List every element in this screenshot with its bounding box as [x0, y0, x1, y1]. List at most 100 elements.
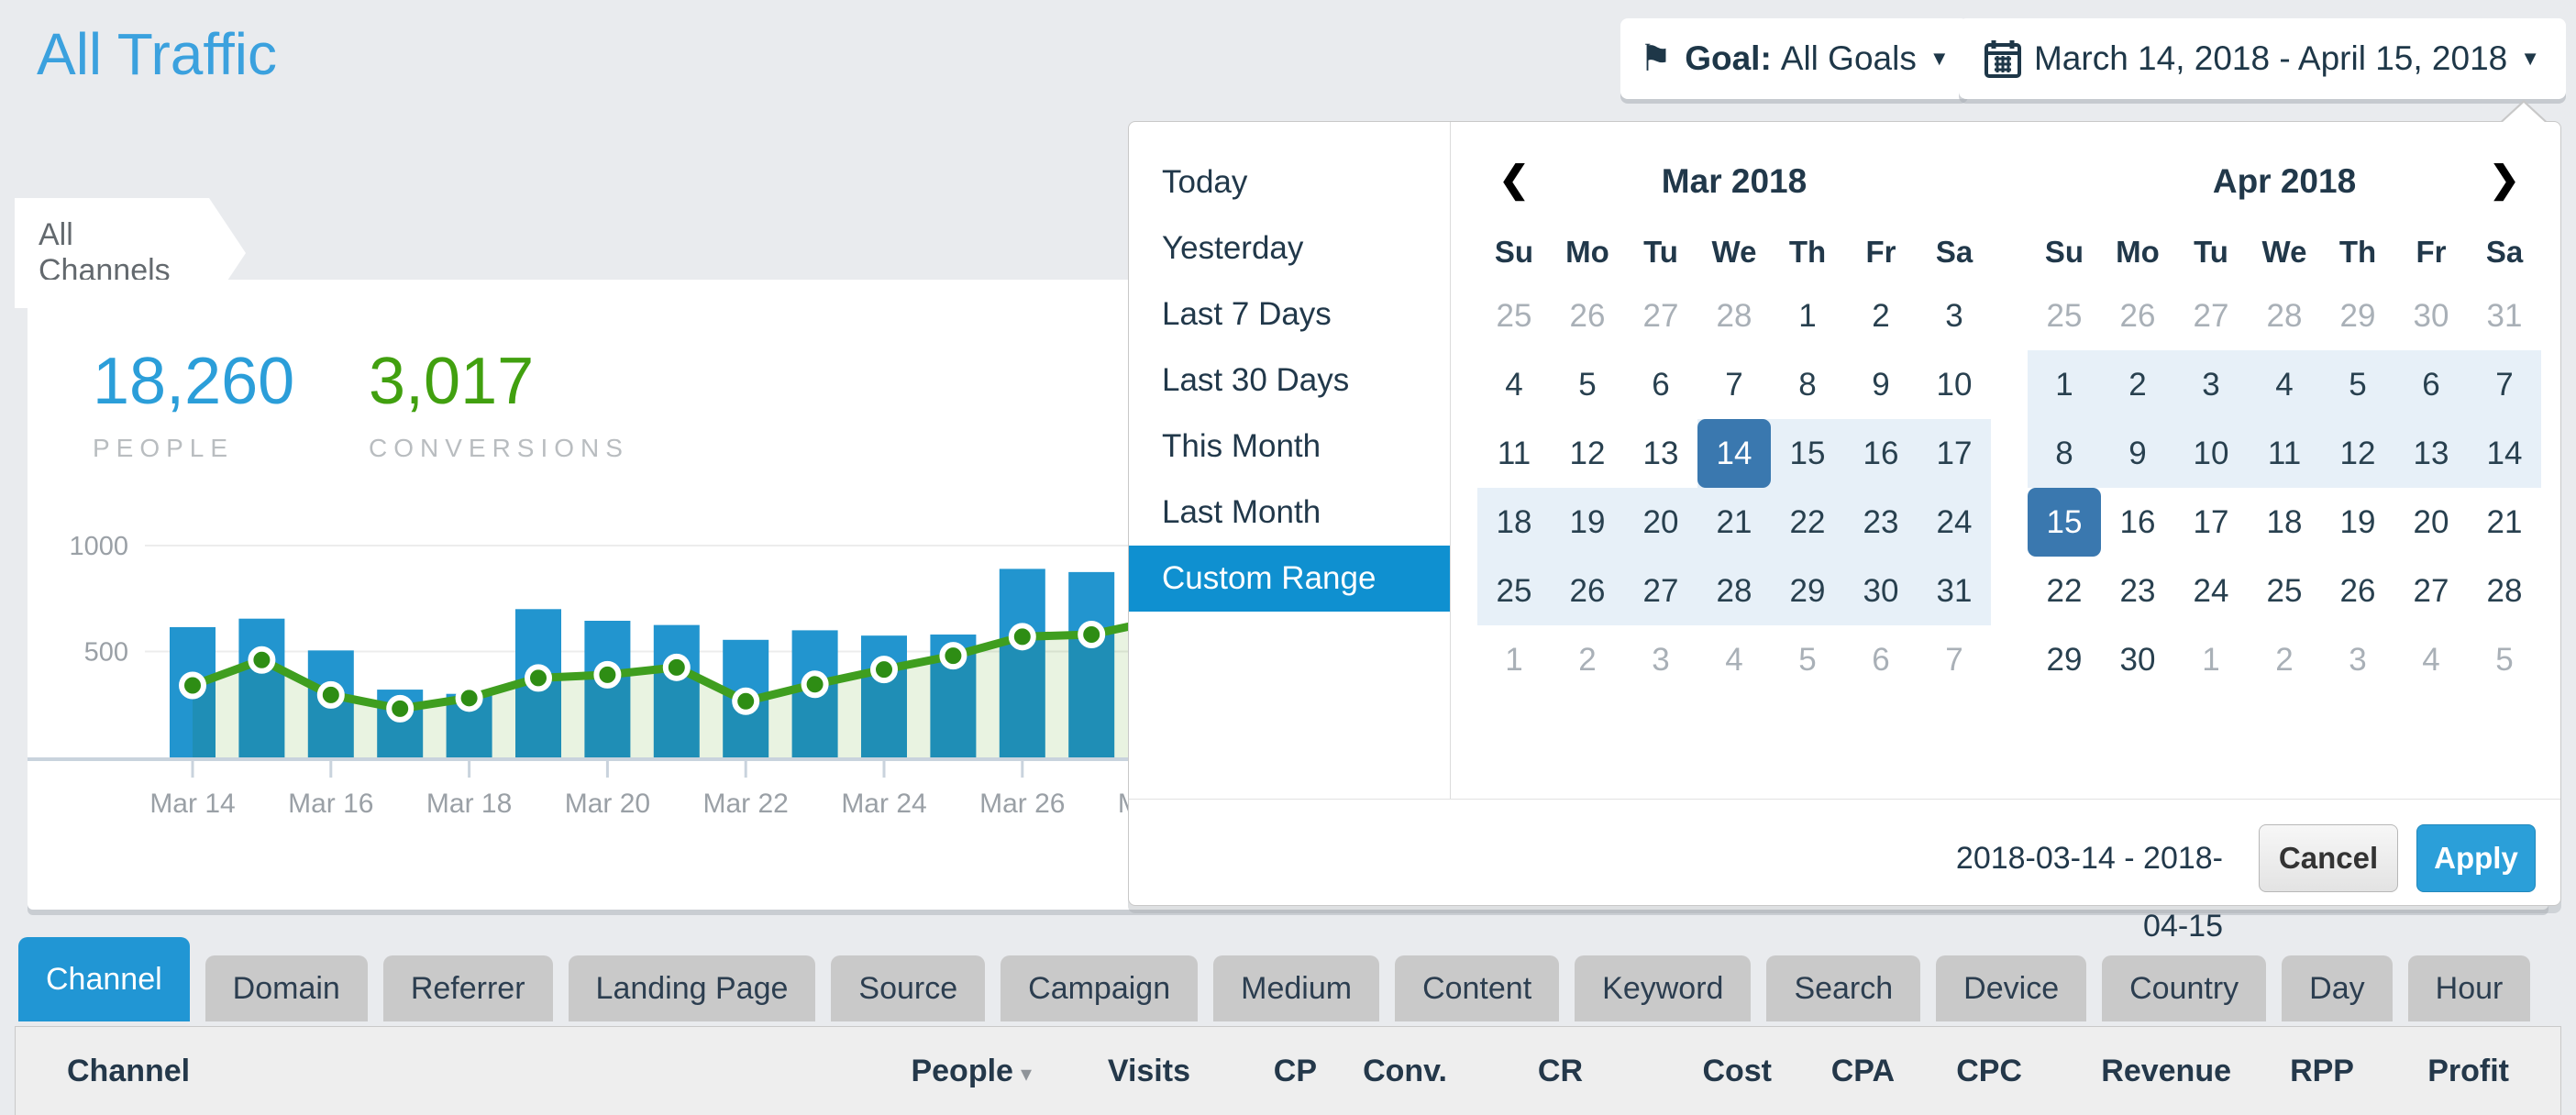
tab-hour[interactable]: Hour: [2408, 955, 2531, 1021]
calendar-day[interactable]: 27: [1624, 557, 1697, 625]
tab-landing-page[interactable]: Landing Page: [569, 955, 816, 1021]
conversions-point[interactable]: [459, 687, 481, 709]
calendar-day[interactable]: 3: [1918, 282, 1991, 350]
calendar-day[interactable]: 2: [2101, 350, 2174, 419]
column-header-rpp[interactable]: RPP: [2231, 1054, 2354, 1089]
conversions-point[interactable]: [942, 645, 964, 667]
apply-button[interactable]: Apply: [2416, 824, 2536, 892]
calendar-day[interactable]: 9: [1844, 350, 1918, 419]
calendar-day[interactable]: 26: [2321, 557, 2394, 625]
calendar-day[interactable]: 24: [1918, 488, 1991, 557]
calendar-day[interactable]: 23: [1844, 488, 1918, 557]
conversions-point[interactable]: [666, 657, 688, 679]
calendar-day[interactable]: 12: [2321, 419, 2394, 488]
calendar-day[interactable]: 28: [1697, 557, 1771, 625]
calendar-day[interactable]: 13: [2394, 419, 2468, 488]
calendar-day[interactable]: 27: [2174, 282, 2248, 350]
calendar-day[interactable]: 5: [2468, 625, 2541, 694]
calendar-day[interactable]: 10: [2174, 419, 2248, 488]
calendar-day[interactable]: 28: [2248, 282, 2321, 350]
calendar-day[interactable]: 17: [2174, 488, 2248, 557]
column-header-cpa[interactable]: CPA: [1772, 1054, 1895, 1089]
conversions-point[interactable]: [873, 658, 895, 680]
calendar-day[interactable]: 29: [2321, 282, 2394, 350]
calendar-day[interactable]: 3: [2321, 625, 2394, 694]
calendar-day[interactable]: 26: [1551, 557, 1624, 625]
calendar-day[interactable]: 10: [1918, 350, 1991, 419]
column-header-cost[interactable]: Cost: [1583, 1054, 1772, 1089]
tab-day[interactable]: Day: [2282, 955, 2392, 1021]
calendar-day[interactable]: 18: [1477, 488, 1551, 557]
calendar-day[interactable]: 6: [2394, 350, 2468, 419]
preset-this-month[interactable]: This Month: [1129, 414, 1450, 480]
tab-search[interactable]: Search: [1766, 955, 1920, 1021]
calendar-day[interactable]: 16: [1844, 419, 1918, 488]
calendar-day[interactable]: 25: [1477, 557, 1551, 625]
calendar-day[interactable]: 2: [1844, 282, 1918, 350]
calendar-day[interactable]: 8: [2028, 419, 2101, 488]
calendar-day[interactable]: 30: [2394, 282, 2468, 350]
calendar-day[interactable]: 4: [1477, 350, 1551, 419]
column-header-cp[interactable]: CP: [1190, 1054, 1317, 1089]
conversions-point[interactable]: [389, 698, 411, 720]
calendar-day[interactable]: 12: [1551, 419, 1624, 488]
calendar-day[interactable]: 21: [1697, 488, 1771, 557]
calendar-day[interactable]: 1: [1477, 625, 1551, 694]
calendar-day[interactable]: 19: [1551, 488, 1624, 557]
tab-medium[interactable]: Medium: [1213, 955, 1379, 1021]
column-header-channel[interactable]: Channel: [16, 1054, 835, 1089]
calendar-day[interactable]: 2: [2248, 625, 2321, 694]
tab-domain[interactable]: Domain: [205, 955, 368, 1021]
tab-device[interactable]: Device: [1936, 955, 2086, 1021]
calendar-day[interactable]: 5: [1551, 350, 1624, 419]
preset-custom-range[interactable]: Custom Range: [1129, 546, 1450, 612]
calendar-day[interactable]: 25: [2248, 557, 2321, 625]
conversions-point[interactable]: [735, 690, 757, 712]
calendar-day[interactable]: 9: [2101, 419, 2174, 488]
calendar-day[interactable]: 25: [1477, 282, 1551, 350]
calendar-day[interactable]: 31: [1918, 557, 1991, 625]
calendar-day[interactable]: 20: [1624, 488, 1697, 557]
calendar-day[interactable]: 23: [2101, 557, 2174, 625]
column-header-visits[interactable]: Visits: [1032, 1054, 1190, 1089]
cancel-button[interactable]: Cancel: [2259, 824, 2398, 892]
calendar-day[interactable]: 14: [2468, 419, 2541, 488]
calendar-day[interactable]: 1: [2028, 350, 2101, 419]
preset-last-30-days[interactable]: Last 30 Days: [1129, 348, 1450, 414]
column-header-profit[interactable]: Profit: [2354, 1054, 2560, 1089]
conversions-point[interactable]: [250, 649, 272, 671]
calendar-day[interactable]: 6: [1624, 350, 1697, 419]
calendar-day[interactable]: 24: [2174, 557, 2248, 625]
preset-last-month[interactable]: Last Month: [1129, 480, 1450, 546]
calendar-day[interactable]: 30: [2101, 625, 2174, 694]
calendar-day[interactable]: 6: [1844, 625, 1918, 694]
calendar-day[interactable]: 11: [2248, 419, 2321, 488]
tab-keyword[interactable]: Keyword: [1575, 955, 1751, 1021]
column-header-conv[interactable]: Conv.: [1317, 1054, 1447, 1089]
calendar-day[interactable]: 26: [2101, 282, 2174, 350]
calendar-day[interactable]: 28: [1697, 282, 1771, 350]
calendar-day[interactable]: 31: [2468, 282, 2541, 350]
calendar-day[interactable]: 27: [1624, 282, 1697, 350]
calendar-next-icon[interactable]: ❯: [2477, 149, 2532, 214]
tab-content[interactable]: Content: [1395, 955, 1559, 1021]
calendar-day[interactable]: 5: [1771, 625, 1844, 694]
preset-today[interactable]: Today: [1129, 149, 1450, 215]
calendar-day[interactable]: 18: [2248, 488, 2321, 557]
calendar-day[interactable]: 7: [2468, 350, 2541, 419]
calendar-day[interactable]: 2: [1551, 625, 1624, 694]
conversions-point[interactable]: [804, 673, 826, 695]
calendar-day[interactable]: 28: [2468, 557, 2541, 625]
calendar-day[interactable]: 8: [1771, 350, 1844, 419]
calendar-prev-icon[interactable]: ❮: [1487, 149, 1542, 214]
tab-country[interactable]: Country: [2102, 955, 2266, 1021]
calendar-day[interactable]: 22: [1771, 488, 1844, 557]
tab-channel[interactable]: Channel: [18, 937, 190, 1021]
preset-yesterday[interactable]: Yesterday: [1129, 215, 1450, 282]
tab-referrer[interactable]: Referrer: [383, 955, 553, 1021]
conversions-point[interactable]: [320, 684, 342, 706]
column-header-cpc[interactable]: CPC: [1895, 1054, 2022, 1089]
column-header-people[interactable]: People▾: [835, 1054, 1032, 1089]
calendar-day[interactable]: 4: [2394, 625, 2468, 694]
preset-last-7-days[interactable]: Last 7 Days: [1129, 282, 1450, 348]
